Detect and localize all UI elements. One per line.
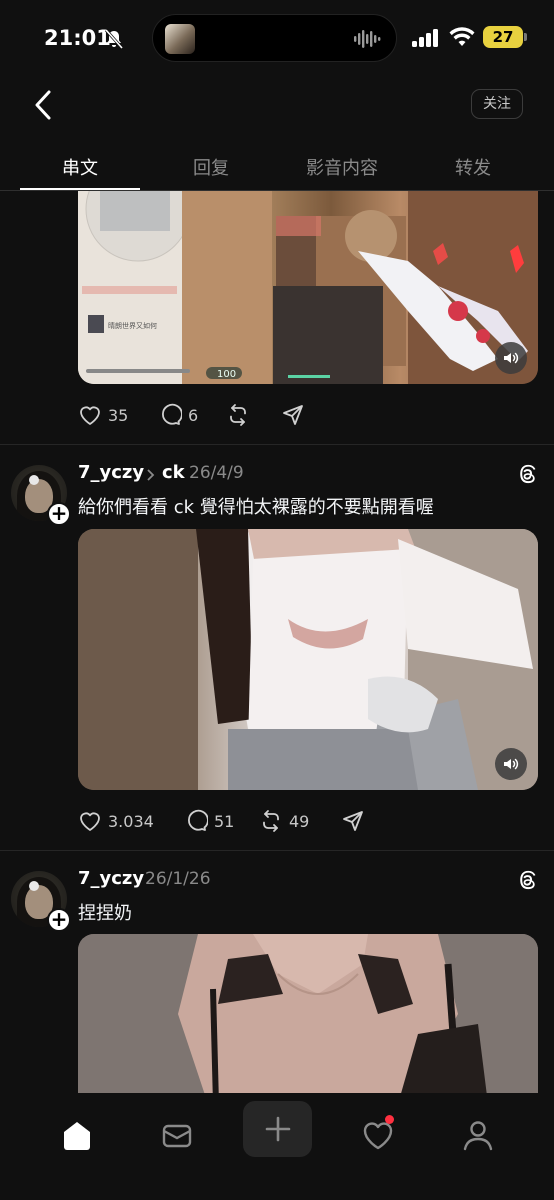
game-chat-text: 晴朗世界又如何: [108, 321, 157, 330]
heart-icon: [80, 812, 100, 831]
post-text: 捏捏奶: [78, 903, 132, 924]
plus-icon: [265, 1116, 291, 1142]
send-icon: [343, 811, 363, 831]
repost-icon: [263, 810, 279, 832]
battery-tip: [524, 33, 527, 41]
heart-icon: [80, 406, 100, 425]
cellular-signal-icon: [412, 29, 438, 47]
comment-icon: [162, 403, 182, 425]
post-divider: [0, 444, 554, 445]
speaker-icon: [504, 758, 519, 770]
back-button[interactable]: [30, 88, 58, 122]
post-image[interactable]: [78, 934, 538, 1104]
game-hp-text: 100: [217, 369, 236, 380]
repost-count: 49: [289, 811, 310, 831]
audio-waveform-icon: [354, 30, 381, 48]
status-bar: 21:01 27: [0, 0, 554, 76]
wifi-icon: [449, 27, 475, 46]
notification-dot: [385, 1115, 394, 1124]
tab-media[interactable]: 影音内容: [282, 154, 402, 180]
follow-plus-badge[interactable]: +: [47, 908, 71, 932]
post-video-game[interactable]: 晴朗世界又如何 100: [78, 191, 538, 384]
bottom-nav: [0, 1093, 554, 1200]
mute-button[interactable]: [495, 748, 527, 780]
image-frame: [78, 934, 538, 1104]
status-time: 21:01: [44, 26, 111, 50]
tab-replies[interactable]: 回复: [151, 154, 271, 180]
inbox-icon[interactable]: [159, 1117, 195, 1153]
post-date: 26/4/9: [189, 463, 244, 483]
follow-button[interactable]: 关注: [471, 89, 523, 119]
tab-threads[interactable]: 串文: [20, 154, 140, 180]
speaker-icon: [504, 352, 519, 364]
profile-icon[interactable]: [460, 1117, 496, 1153]
video-frame: [78, 529, 538, 790]
comment-button[interactable]: 51: [184, 808, 234, 834]
repost-button[interactable]: [226, 402, 250, 428]
repost-button[interactable]: 49: [259, 808, 309, 834]
threads-logo-icon[interactable]: [516, 869, 538, 891]
send-icon: [283, 405, 303, 425]
follow-plus-badge[interactable]: +: [47, 502, 71, 526]
share-button[interactable]: [281, 402, 305, 428]
game-scene: 晴朗世界又如何 100: [78, 191, 538, 384]
post-username[interactable]: 7_yczy: [78, 462, 144, 483]
tab-reposts[interactable]: 转发: [413, 154, 533, 180]
avatar-highlight: [29, 475, 39, 485]
dynamic-island[interactable]: [152, 14, 397, 62]
new-post-button[interactable]: [243, 1101, 312, 1157]
threads-logo-icon[interactable]: [516, 463, 538, 485]
post-date: 26/1/26: [145, 869, 211, 889]
like-button[interactable]: 3.034: [78, 808, 154, 834]
profile-tabs: 串文 回复 影音内容 转发: [0, 150, 554, 191]
post-text: 給你們看看 ck 覺得怕太裸露的不要點開看喔: [78, 497, 434, 518]
like-count: 35: [108, 405, 129, 425]
post-divider: [0, 850, 554, 851]
comment-icon: [188, 809, 208, 831]
comment-button[interactable]: 6: [158, 402, 198, 428]
post-video[interactable]: [78, 529, 538, 790]
repost-icon: [230, 404, 246, 426]
like-button[interactable]: 35: [78, 402, 128, 428]
now-playing-thumbnail: [165, 24, 195, 54]
active-tab-indicator: [20, 188, 140, 190]
comment-count: 6: [188, 405, 199, 425]
silent-bell-icon: [104, 29, 124, 49]
comment-count: 51: [214, 811, 235, 831]
mute-button[interactable]: [495, 342, 527, 374]
avatar-highlight: [29, 881, 39, 891]
chevron-right-icon: [147, 469, 155, 481]
post-username[interactable]: 7_yczy: [78, 868, 144, 889]
home-icon[interactable]: [59, 1117, 95, 1153]
battery-indicator: 27: [483, 26, 523, 48]
like-count: 3.034: [108, 811, 154, 831]
reply-to-username[interactable]: ck: [162, 462, 185, 483]
share-button[interactable]: [341, 808, 365, 834]
